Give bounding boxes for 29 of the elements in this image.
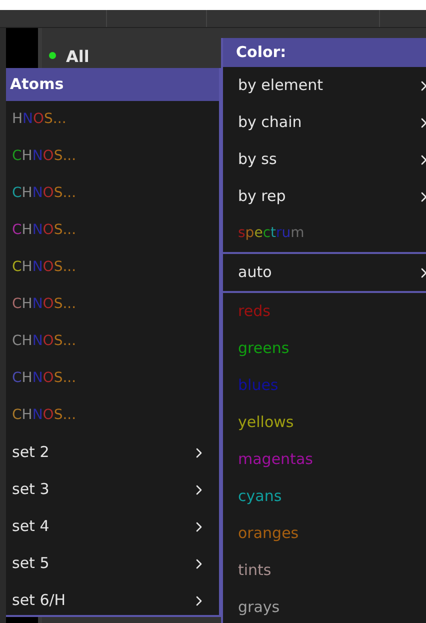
menu-item[interactable]: grays bbox=[223, 589, 426, 623]
menu-item[interactable]: yellows bbox=[223, 404, 426, 441]
menu-item[interactable]: set 3 bbox=[6, 471, 219, 508]
menu-item[interactable]: set 4 bbox=[6, 508, 219, 545]
menu-item[interactable]: spectrum bbox=[232, 215, 426, 252]
menu-item[interactable]: by element bbox=[232, 67, 426, 104]
menu-item[interactable]: set 2 bbox=[6, 434, 219, 471]
menu-item[interactable]: set 6/H bbox=[6, 582, 219, 619]
menu-title: Atoms bbox=[6, 68, 219, 101]
menu-item[interactable]: by chain bbox=[232, 104, 426, 141]
menu-item[interactable]: CHNOS... bbox=[6, 360, 219, 397]
menu-item[interactable]: oranges bbox=[223, 515, 426, 552]
menu-item[interactable]: CHNOS... bbox=[6, 286, 219, 323]
menu-title: Color: bbox=[223, 38, 426, 67]
menu-item[interactable]: CHNOS... bbox=[6, 323, 219, 360]
menu-item[interactable]: CHNOS... bbox=[6, 138, 219, 175]
menu-item[interactable]: cyans bbox=[223, 478, 426, 515]
object-label[interactable]: All bbox=[66, 45, 90, 69]
menu-item[interactable]: set 5 bbox=[6, 545, 219, 582]
menu-item[interactable]: tints bbox=[223, 552, 426, 589]
menu-item[interactable]: CHNOS... bbox=[6, 175, 219, 212]
menu-item[interactable]: CHNOS... bbox=[6, 212, 219, 249]
menu-item[interactable]: greens bbox=[223, 330, 426, 367]
menu-item[interactable]: by rep bbox=[232, 178, 426, 215]
menu-item[interactable]: CHNOS... bbox=[6, 249, 219, 286]
menu-item[interactable]: by ss bbox=[232, 141, 426, 178]
menu-item[interactable]: auto bbox=[232, 254, 426, 291]
menu-item[interactable]: HNOS... bbox=[6, 101, 219, 138]
menu-item[interactable]: CHNOS... bbox=[6, 397, 219, 434]
